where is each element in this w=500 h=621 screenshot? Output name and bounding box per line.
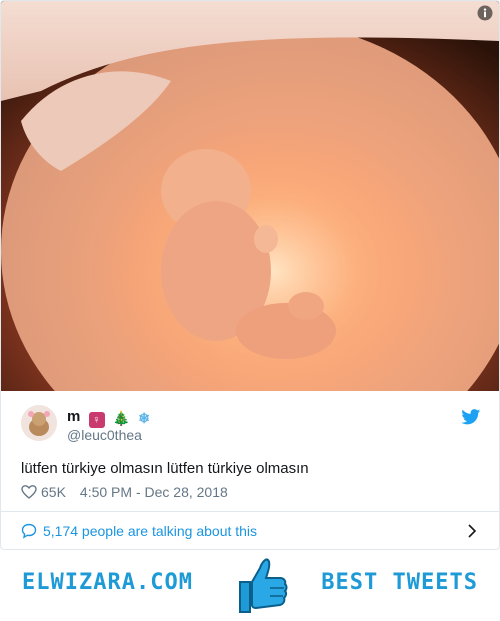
tweet-meta: 65K 4:50 PM - Dec 28, 2018 [21, 483, 228, 501]
conversation-link[interactable]: 5,174 people are talking about this [21, 521, 481, 541]
banner-tagline: BEST TWEETS [321, 570, 478, 595]
avatar-image [21, 405, 57, 441]
speech-bubble-icon [21, 523, 37, 539]
display-name-text: m [67, 408, 81, 425]
like-count[interactable]: 65K [41, 484, 66, 500]
fetus-illustration [1, 1, 499, 391]
display-name[interactable]: m ♀ 🎄 ❄ [67, 408, 150, 428]
christmas-tree-emoji: 🎄 [112, 410, 131, 426]
site-banner: ELWIZARA.COM BEST TWEETS [0, 550, 500, 621]
tweet-media-image[interactable] [1, 1, 499, 391]
heart-icon[interactable] [21, 484, 37, 500]
divider [1, 511, 499, 512]
avatar[interactable] [21, 405, 57, 441]
embedded-tweet-card: m ♀ 🎄 ❄ @leuc0thea lütfen türkiye olması… [0, 0, 500, 550]
chevron-right-icon [468, 524, 477, 538]
female-sign-emoji: ♀ [88, 412, 105, 428]
tweet-text: lütfen türkiye olmasın lütfen türkiye ol… [21, 460, 309, 477]
tweet-author[interactable]: m ♀ 🎄 ❄ @leuc0thea [21, 405, 481, 445]
info-icon[interactable] [477, 5, 493, 21]
user-handle[interactable]: @leuc0thea [67, 427, 142, 443]
snowflake-emoji: ❄ [138, 410, 151, 426]
thumbs-up-icon [239, 558, 288, 613]
tweet-timestamp[interactable]: 4:50 PM - Dec 28, 2018 [80, 484, 228, 500]
brand-name[interactable]: ELWIZARA.COM [22, 570, 193, 595]
twitter-bird-icon[interactable] [461, 409, 481, 425]
conversation-text: 5,174 people are talking about this [43, 523, 258, 539]
